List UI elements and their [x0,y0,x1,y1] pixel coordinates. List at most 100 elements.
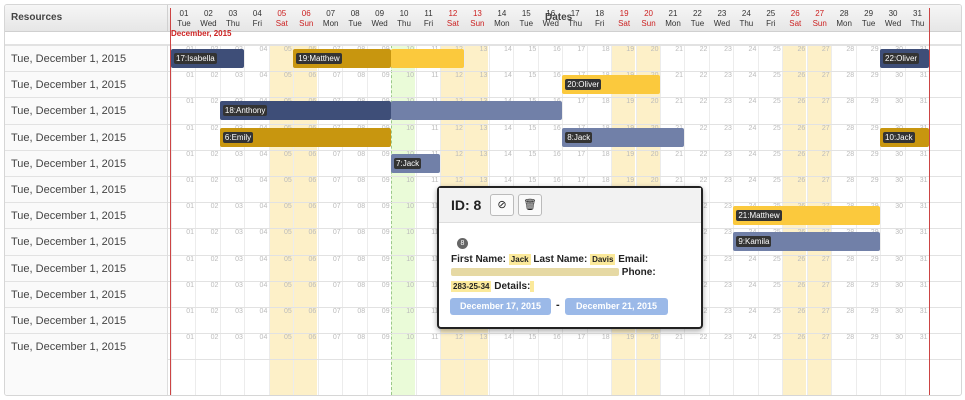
cell-day-number: 19 [626,46,635,53]
resource-row: Tue, December 1, 2015 [5,228,167,254]
resource-column: Tue, December 1, 2015 Tue, December 1, 20… [5,45,168,395]
cell-day-number: 06 [308,177,317,184]
cell-day-number: 13 [479,177,488,184]
last-name-label: Last Name: [533,254,588,265]
cell-day-number: 04 [259,255,268,263]
resource-label: Tue, December 1, 2015 [11,79,127,92]
day-name: Sat [618,19,631,28]
cell-day-number: 24 [748,308,757,315]
cell-day-number: 28 [846,255,855,263]
cell-day-number: 29 [870,150,879,158]
event-bar[interactable]: 21:Matthew [733,206,881,226]
cell-day-number: 27 [821,150,830,158]
cell-day-number: 06 [308,150,317,158]
cell-day-number: 14 [504,177,512,184]
event-bar[interactable]: 19:Matthew [293,49,392,68]
cell-day-number: 07 [332,308,341,315]
resource-row: Tue, December 1, 2015 [5,333,167,359]
event-label: 9:Kamila [736,236,772,248]
event-bar[interactable]: 18:Anthony [219,101,392,121]
cell-day-number: 22 [699,72,708,80]
day-name: Fri [252,19,262,28]
day-number: 23 [717,9,727,18]
cell-day-number: 07 [332,281,341,289]
event-bar[interactable]: 17:Isabella [171,49,245,68]
cell-day-number: 07 [332,72,341,80]
cell-day-number: 29 [870,177,879,184]
cell-day-number: 26 [797,150,806,158]
cell-day-number: 23 [724,203,732,211]
cell-day-number: 07 [332,203,341,211]
event-label: 8:Jack [565,131,593,143]
delete-button[interactable]: 🗑 [518,194,542,216]
cell-day-number: 04 [259,177,268,184]
cell-day-number: 05 [284,150,292,158]
cell-day-number: 14 [504,46,512,53]
resource-label: Tue, December 1, 2015 [11,262,127,275]
cell-day-number: 06 [308,72,317,80]
cell-day-number: 21 [675,98,683,106]
day-number: 13 [472,9,482,18]
cell-day-number: 30 [895,177,904,184]
day-number: 17 [570,9,580,18]
event-bar[interactable] [391,49,465,68]
cell-day-number: 21 [675,72,683,80]
event-bar[interactable]: 8:Jack [562,127,685,147]
cell-day-number: 28 [846,72,855,80]
date-range-dash: - [556,299,560,311]
month-label: December, 2015 [171,29,232,38]
event-bar[interactable]: 22:Oliver [880,49,929,68]
event-bar[interactable]: 7:Jack [391,153,440,173]
start-date-pill[interactable]: December 17, 2015 [450,298,551,315]
cell-day-number: 25 [773,46,781,53]
cell-day-number: 11 [431,281,439,289]
cell-day-number: 29 [870,281,879,289]
cell-day-number: 25 [773,177,781,184]
cell-day-number: 05 [284,255,292,263]
end-date-pill[interactable]: December 21, 2015 [565,298,668,315]
cell-day-number: 24 [748,334,757,342]
day-name: Thu [397,19,411,28]
cell-day-number: 12 [455,124,463,132]
cell-day-number: 27 [821,98,830,106]
cell-day-number: 26 [797,255,806,263]
cell-day-number: 05 [284,281,292,289]
cell-day-number: 01 [186,308,194,315]
cancel-button[interactable]: ⊘ [490,194,514,216]
resource-label: Tue, December 1, 2015 [11,53,127,65]
cell-day-number: 30 [895,98,904,106]
trash-icon: 🗑 [523,199,537,211]
cancel-icon: ⊘ [497,199,507,211]
day-number: 07 [326,9,336,18]
day-number: 22 [692,9,702,18]
cell-day-number: 19 [626,98,635,106]
cell-day-number: 09 [381,281,390,289]
event-bar[interactable]: 9:Kamila [733,232,881,252]
cell-day-number: 04 [259,203,268,211]
resource-label: Tue, December 1, 2015 [11,157,127,170]
day-number: 15 [521,9,531,18]
cell-day-number: 27 [821,281,830,289]
cell-day-number: 23 [724,255,732,263]
cell-day-number: 19 [626,334,635,342]
event-bar[interactable]: 6:Emily [219,127,392,147]
day-name: Fri [594,19,605,28]
day-number: 28 [839,9,849,18]
cell-day-number: 25 [773,98,781,106]
cell-day-number: 07 [332,177,341,184]
cell-day-number: 08 [357,308,366,315]
cell-day-number: 07 [332,229,341,237]
day-number: 14 [497,9,507,18]
cell-day-number: 01 [186,334,194,342]
day-name: Wed [713,19,731,28]
row-divider [168,97,961,99]
event-bar[interactable]: 10:Jack [880,127,929,147]
cell-day-number: 31 [919,177,928,184]
cell-day-number: 25 [773,308,781,315]
cell-day-number: 13 [479,72,488,80]
event-bar[interactable] [391,101,563,121]
cell-day-number: 31 [919,98,928,106]
cell-day-number: 11 [431,334,439,342]
event-bar[interactable]: 20:Oliver [562,75,660,95]
cell-day-number: 02 [210,98,219,106]
